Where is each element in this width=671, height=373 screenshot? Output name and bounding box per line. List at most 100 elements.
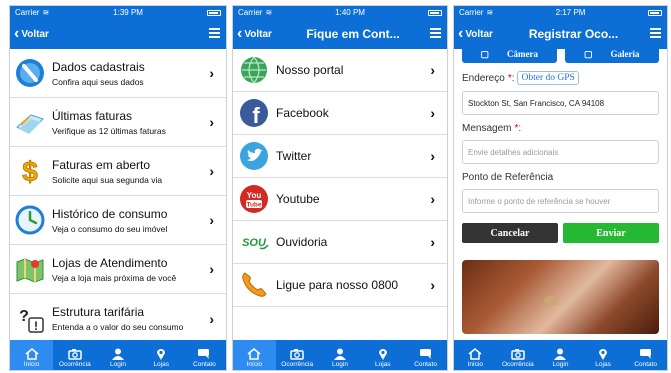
tab-label: Ocorrência (281, 361, 314, 368)
item-subtitle: Veja a loja mais próxima de você (52, 272, 177, 283)
list-item-dados-cadastrais[interactable]: Dados cadastrais Confira aqui seus dados … (10, 49, 226, 98)
globe-icon (238, 54, 270, 86)
item-title: Dados cadastrais (52, 59, 145, 74)
send-button[interactable]: Enviar (563, 223, 659, 243)
item-title: Ligue para nosso 0800 (276, 278, 399, 292)
clock-icon (14, 204, 46, 236)
tab-lojas[interactable]: Lojas (361, 340, 404, 370)
tab-login[interactable]: Login (319, 340, 362, 370)
tab-login[interactable]: Login (96, 340, 139, 370)
item-subtitle: Confira aqui seus dados (52, 76, 144, 87)
camera-button[interactable]: ▢ Câmera (462, 45, 557, 63)
hamburger-menu-icon[interactable] (430, 28, 441, 38)
back-button[interactable]: ‹ Voltar (237, 26, 272, 42)
item-title: Ouvidoria (276, 235, 328, 249)
list-item-ouvidoria[interactable]: SOU Ouvidoria › (233, 221, 447, 264)
item-title: Youtube (276, 192, 320, 206)
back-label: Voltar (21, 28, 49, 40)
list-item-historico-de-consumo[interactable]: Histórico de consumo Veja o consumo do se… (10, 196, 226, 245)
list-item-lojas-de-atendimento[interactable]: Lojas de Atendimento Veja a loja mais pró… (10, 245, 226, 294)
reference-field[interactable]: Informe o ponto de referência se houver (462, 189, 659, 213)
dollar-icon: $ (14, 155, 46, 187)
user-icon (333, 348, 346, 360)
carrier-label: Carrier (459, 8, 484, 17)
camera-button-label: Câmera (507, 49, 538, 59)
tab-inicio[interactable]: Início (10, 340, 54, 370)
message-label-row: Mensagem *: (462, 123, 659, 134)
tab-lojas[interactable]: Lojas (582, 340, 625, 370)
list-item-twitter[interactable]: Twitter › (233, 135, 447, 178)
list-item-facebook[interactable]: f Facebook › (233, 92, 447, 135)
carrier-label: Carrier (15, 8, 40, 17)
youtube-icon: You Tube (238, 183, 270, 215)
tab-label: Ocorrência (58, 361, 91, 368)
svg-text:SOU: SOU (242, 237, 267, 249)
sou-logo-icon: SOU (238, 226, 270, 258)
tab-label: Login (332, 361, 348, 368)
list-item-faturas-em-aberto[interactable]: $ Faturas em aberto Solicite aqui sua seg… (10, 147, 226, 196)
chevron-right-icon: › (209, 114, 214, 130)
tab-inicio[interactable]: Início (233, 340, 276, 370)
gallery-button[interactable]: ▢ Galeria (564, 45, 659, 63)
contact-list: Nosso portal › f Facebook › Twitter › Yo… (233, 49, 447, 307)
tab-contato[interactable]: Contato (624, 340, 667, 370)
screen-services-menu: Carrier ≋ 1:39 PM ‹ Voltar Dados cadastrai… (9, 5, 227, 371)
home-icon (468, 348, 482, 360)
tab-ocorrencia[interactable]: Ocorrência (53, 340, 96, 370)
list-item-ligue-0800[interactable]: Ligue para nosso 0800 › (233, 264, 447, 307)
tab-ocorrencia[interactable]: Ocorrência (276, 340, 319, 370)
chevron-right-icon: › (430, 105, 435, 121)
list-item-youtube[interactable]: You Tube Youtube › (233, 178, 447, 221)
status-time: 1:40 PM (335, 8, 365, 17)
svg-text:!: ! (34, 319, 38, 333)
tab-login[interactable]: Login (539, 340, 582, 370)
gallery-icon: ▢ (583, 48, 593, 59)
tab-contato[interactable]: Contato (183, 340, 226, 370)
phone-icon (238, 269, 270, 301)
hamburger-menu-icon[interactable] (209, 28, 220, 38)
services-list: Dados cadastrais Confira aqui seus dados … (10, 49, 226, 343)
tab-inicio[interactable]: Início (454, 340, 497, 370)
reference-label: Ponto de Referência (462, 172, 554, 183)
chat-icon (419, 349, 431, 359)
chevron-right-icon: › (430, 62, 435, 78)
chevron-right-icon: › (430, 234, 435, 250)
user-icon (112, 348, 124, 360)
message-field[interactable]: Envie detalhes adicionais (462, 140, 659, 164)
tab-label: Início (23, 361, 40, 368)
user-data-icon (14, 57, 46, 89)
location-pin-icon (378, 349, 387, 360)
svg-text:$: $ (22, 156, 38, 186)
back-button[interactable]: ‹ Voltar (14, 26, 49, 42)
page-title: Registrar Oco... (528, 27, 619, 41)
back-button[interactable]: ‹ Voltar (458, 26, 493, 42)
list-item-nosso-portal[interactable]: Nosso portal › (233, 49, 447, 92)
chevron-right-icon: › (430, 148, 435, 164)
tab-lojas[interactable]: Lojas (140, 340, 183, 370)
item-title: Últimas faturas (52, 108, 133, 123)
chevron-right-icon: › (209, 65, 214, 81)
tab-contato[interactable]: Contato (404, 340, 447, 370)
camera-icon (511, 349, 525, 360)
cancel-button[interactable]: Cancelar (462, 223, 558, 243)
tab-ocorrencia[interactable]: Ocorrência (497, 340, 540, 370)
list-item-estrutura-tarifaria[interactable]: ?! Estrutura tarifária Entenda a o valor … (10, 294, 226, 343)
tab-bar: Início Ocorrência Login Lojas Contato (10, 340, 226, 370)
list-item-ultimas-faturas[interactable]: Últimas faturas Verifique as 12 últimas f… (10, 98, 226, 147)
tab-label: Contato (634, 361, 658, 368)
hamburger-menu-icon[interactable] (650, 28, 661, 38)
tab-bar: Início Ocorrência Login Lojas Contato (454, 340, 667, 370)
carrier-label: Carrier (238, 8, 263, 17)
invoices-icon (14, 106, 46, 138)
facebook-icon: f (238, 97, 270, 129)
screen-stay-in-touch: Carrier ≋ 1:40 PM ‹ Voltar Fique em Cont..… (232, 5, 448, 371)
attached-photo (462, 260, 659, 334)
tab-label: Lojas (375, 361, 391, 368)
chevron-right-icon: › (209, 261, 214, 277)
battery-icon (647, 9, 662, 16)
address-field[interactable]: Stockton St, San Francisco, CA 94108 (462, 91, 659, 115)
gps-link[interactable]: Obter do GPS (517, 71, 579, 85)
occurrence-form: ▢ Câmera ▢ Galeria Endereço *: Obter do GPS… (454, 45, 667, 340)
item-subtitle: Entenda a o valor do seu consumo (52, 322, 184, 332)
item-title: Lojas de Atendimento (52, 255, 168, 270)
